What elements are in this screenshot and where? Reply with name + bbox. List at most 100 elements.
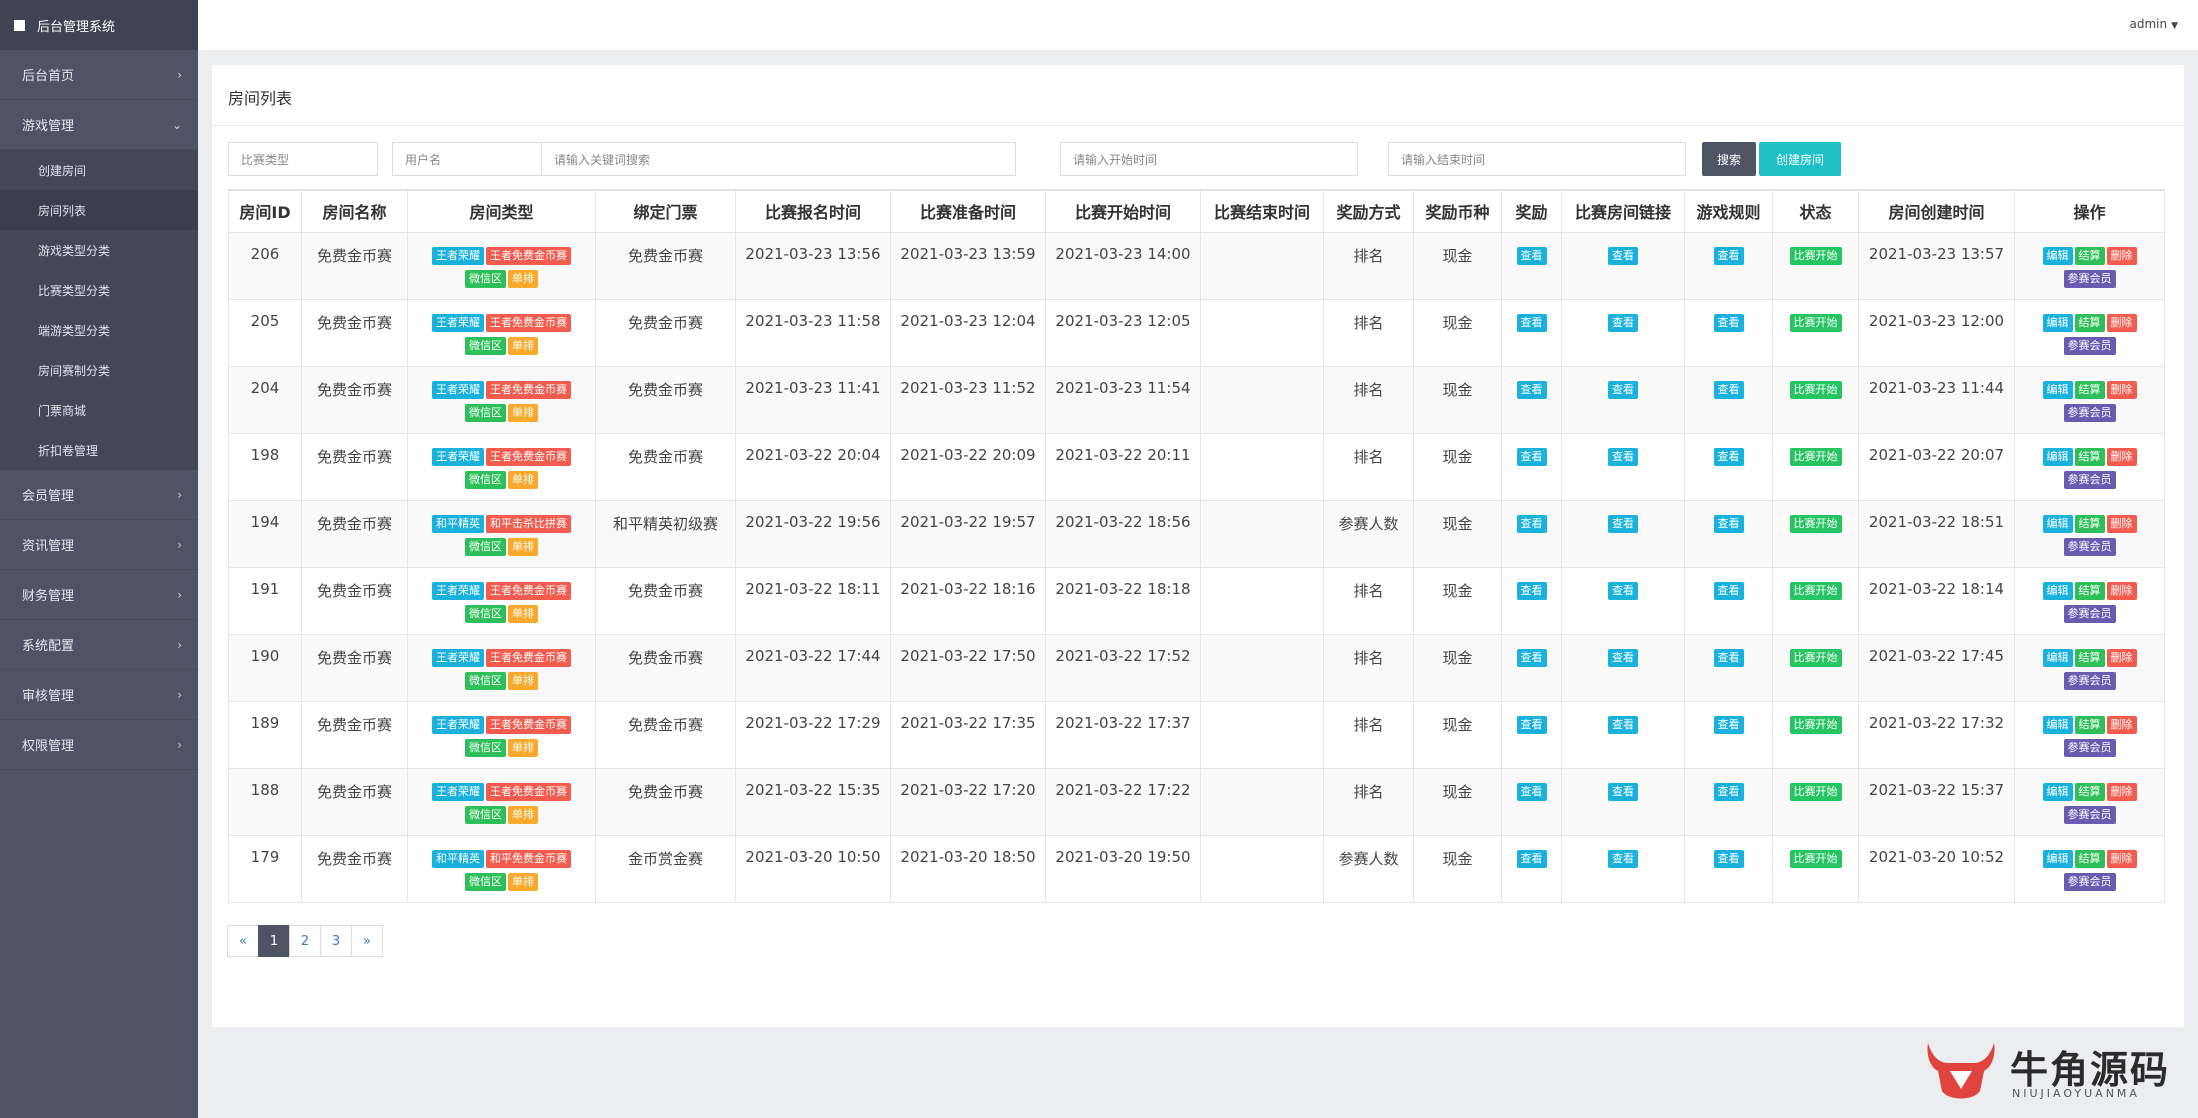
edit-button[interactable]: 编辑 <box>2042 849 2073 868</box>
sidebar-subitem-pc-game-type[interactable]: 端游类型分类 <box>0 310 198 350</box>
view-reward-button[interactable]: 查看 <box>1516 648 1547 667</box>
delete-button[interactable]: 删除 <box>2106 648 2137 667</box>
view-reward-button[interactable]: 查看 <box>1516 514 1547 533</box>
settle-button[interactable]: 结算 <box>2074 782 2105 801</box>
settle-button[interactable]: 结算 <box>2074 581 2105 600</box>
brand[interactable]: 后台管理系统 <box>0 0 198 50</box>
view-rules-button[interactable]: 查看 <box>1713 782 1744 801</box>
view-reward-button[interactable]: 查看 <box>1516 246 1547 265</box>
settle-button[interactable]: 结算 <box>2074 715 2105 734</box>
page-next[interactable]: » <box>351 925 383 957</box>
view-rules-button[interactable]: 查看 <box>1713 849 1744 868</box>
members-button[interactable]: 参赛会员 <box>2063 604 2116 623</box>
edit-button[interactable]: 编辑 <box>2042 581 2073 600</box>
create-room-button[interactable]: 创建房间 <box>1759 142 1841 176</box>
view-reward-button[interactable]: 查看 <box>1516 380 1547 399</box>
view-reward-button[interactable]: 查看 <box>1516 849 1547 868</box>
view-reward-button[interactable]: 查看 <box>1516 313 1547 332</box>
view-link-button[interactable]: 查看 <box>1608 246 1638 265</box>
members-button[interactable]: 参赛会员 <box>2063 872 2116 891</box>
sidebar-item-config[interactable]: 系统配置 › <box>0 620 198 670</box>
page-prev[interactable]: « <box>227 925 259 957</box>
view-link-button[interactable]: 查看 <box>1608 581 1638 600</box>
page-3[interactable]: 3 <box>320 925 352 957</box>
view-link-button[interactable]: 查看 <box>1608 782 1638 801</box>
start-time-input[interactable]: 请输入开始时间 <box>1060 142 1358 176</box>
edit-button[interactable]: 编辑 <box>2042 648 2073 667</box>
sidebar-item-permission[interactable]: 权限管理 › <box>0 720 198 770</box>
view-reward-button[interactable]: 查看 <box>1516 581 1547 600</box>
delete-button[interactable]: 删除 <box>2106 581 2137 600</box>
settle-button[interactable]: 结算 <box>2074 514 2105 533</box>
view-rules-button[interactable]: 查看 <box>1713 581 1744 600</box>
sidebar-subitem-coupon[interactable]: 折扣卷管理 <box>0 430 198 470</box>
edit-button[interactable]: 编辑 <box>2042 715 2073 734</box>
page-2[interactable]: 2 <box>289 925 321 957</box>
view-link-button[interactable]: 查看 <box>1608 849 1638 868</box>
view-reward-button[interactable]: 查看 <box>1516 447 1547 466</box>
view-link-button[interactable]: 查看 <box>1608 313 1638 332</box>
search-button[interactable]: 搜索 <box>1702 142 1756 176</box>
sidebar-item-audit[interactable]: 审核管理 › <box>0 670 198 720</box>
delete-button[interactable]: 删除 <box>2106 514 2137 533</box>
sidebar-subitem-match-type[interactable]: 比赛类型分类 <box>0 270 198 310</box>
delete-button[interactable]: 删除 <box>2106 447 2137 466</box>
sidebar-subitem-ticket-shop[interactable]: 门票商城 <box>0 390 198 430</box>
view-link-button[interactable]: 查看 <box>1608 715 1638 734</box>
delete-button[interactable]: 删除 <box>2106 782 2137 801</box>
delete-button[interactable]: 删除 <box>2106 715 2137 734</box>
username-select[interactable]: 用户名 <box>392 142 542 176</box>
members-button[interactable]: 参赛会员 <box>2063 336 2116 355</box>
settle-button[interactable]: 结算 <box>2074 648 2105 667</box>
view-link-button[interactable]: 查看 <box>1608 447 1638 466</box>
user-menu[interactable]: admin ▼ <box>2129 17 2178 31</box>
sidebar-subitem-room-list[interactable]: 房间列表 <box>0 190 198 230</box>
members-button[interactable]: 参赛会员 <box>2063 269 2116 288</box>
members-button[interactable]: 参赛会员 <box>2063 671 2116 690</box>
edit-button[interactable]: 编辑 <box>2042 782 2073 801</box>
match-type-select[interactable]: 比赛类型 <box>228 142 378 176</box>
sidebar-item-news[interactable]: 资讯管理 › <box>0 520 198 570</box>
end-time-input[interactable]: 请输入结束时间 <box>1388 142 1686 176</box>
view-rules-button[interactable]: 查看 <box>1713 715 1744 734</box>
view-reward-button[interactable]: 查看 <box>1516 715 1547 734</box>
view-link-button[interactable]: 查看 <box>1608 514 1638 533</box>
view-reward-button[interactable]: 查看 <box>1516 782 1547 801</box>
settle-button[interactable]: 结算 <box>2074 313 2105 332</box>
edit-button[interactable]: 编辑 <box>2042 313 2073 332</box>
delete-button[interactable]: 删除 <box>2106 849 2137 868</box>
view-rules-button[interactable]: 查看 <box>1713 514 1744 533</box>
members-button[interactable]: 参赛会员 <box>2063 805 2116 824</box>
settle-button[interactable]: 结算 <box>2074 849 2105 868</box>
members-button[interactable]: 参赛会员 <box>2063 470 2116 489</box>
view-rules-button[interactable]: 查看 <box>1713 447 1744 466</box>
view-rules-button[interactable]: 查看 <box>1713 246 1744 265</box>
view-rules-button[interactable]: 查看 <box>1713 648 1744 667</box>
sidebar-subitem-game-type[interactable]: 游戏类型分类 <box>0 230 198 270</box>
view-link-button[interactable]: 查看 <box>1608 648 1638 667</box>
delete-button[interactable]: 删除 <box>2106 246 2137 265</box>
sidebar-item-home[interactable]: 后台首页 › <box>0 50 198 100</box>
sidebar-item-finance[interactable]: 财务管理 › <box>0 570 198 620</box>
settle-button[interactable]: 结算 <box>2074 246 2105 265</box>
members-button[interactable]: 参赛会员 <box>2063 403 2116 422</box>
settle-button[interactable]: 结算 <box>2074 447 2105 466</box>
sidebar-subitem-create-room[interactable]: 创建房间 <box>0 150 198 190</box>
delete-button[interactable]: 删除 <box>2106 313 2137 332</box>
sidebar-subitem-room-format[interactable]: 房间赛制分类 <box>0 350 198 390</box>
view-rules-button[interactable]: 查看 <box>1713 380 1744 399</box>
edit-button[interactable]: 编辑 <box>2042 380 2073 399</box>
edit-button[interactable]: 编辑 <box>2042 447 2073 466</box>
keyword-input[interactable]: 请输入关键词搜索 <box>541 142 1016 176</box>
view-link-button[interactable]: 查看 <box>1608 380 1638 399</box>
edit-button[interactable]: 编辑 <box>2042 246 2073 265</box>
view-rules-button[interactable]: 查看 <box>1713 313 1744 332</box>
delete-button[interactable]: 删除 <box>2106 380 2137 399</box>
page-1[interactable]: 1 <box>258 925 290 957</box>
sidebar-item-member[interactable]: 会员管理 › <box>0 470 198 520</box>
members-button[interactable]: 参赛会员 <box>2063 537 2116 556</box>
settle-button[interactable]: 结算 <box>2074 380 2105 399</box>
edit-button[interactable]: 编辑 <box>2042 514 2073 533</box>
sidebar-item-game[interactable]: 游戏管理 ⌄ <box>0 100 198 150</box>
members-button[interactable]: 参赛会员 <box>2063 738 2116 757</box>
